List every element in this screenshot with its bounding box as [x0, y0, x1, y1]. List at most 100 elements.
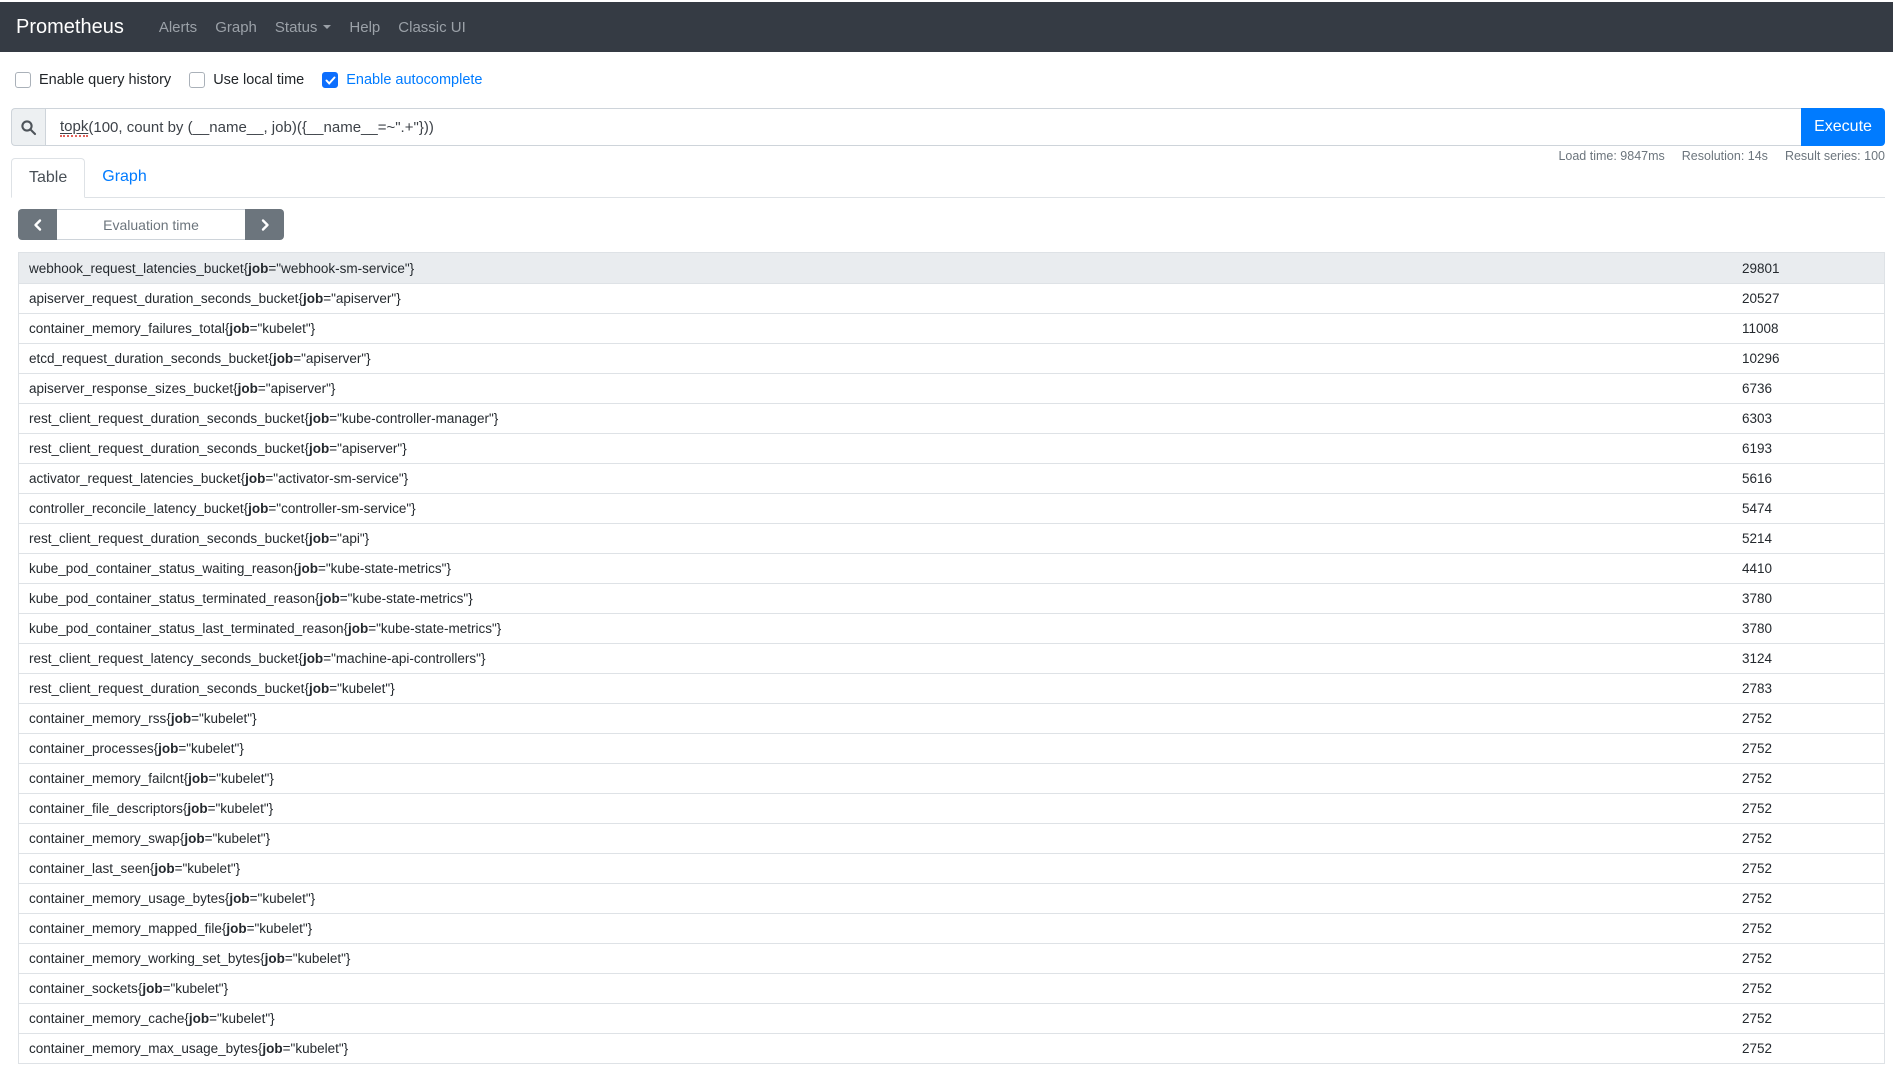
local-time-label: Use local time: [213, 72, 305, 88]
nav-item-alerts[interactable]: Alerts: [150, 19, 206, 36]
metric-value: 11008: [1742, 321, 1779, 336]
metric-expression: kube_pod_container_status_terminated_rea…: [29, 591, 473, 606]
result-series-stat: Result series: 100: [1784, 149, 1885, 163]
table-row: rest_client_request_duration_seconds_buc…: [19, 403, 1884, 433]
tabs-bar: Load time: 9847ms Resolution: 14s Result…: [11, 149, 1885, 198]
local-time-checkbox[interactable]: [189, 72, 206, 88]
metric-value: 10296: [1742, 351, 1780, 366]
metric-expression: container_memory_failcnt{job="kubelet"}: [29, 771, 274, 786]
table-row: rest_client_request_latency_seconds_buck…: [19, 643, 1884, 673]
caret-down-icon: [323, 25, 332, 29]
tab-graph[interactable]: Graph: [85, 158, 163, 197]
main-content: Enable query history Use local time Enab…: [0, 72, 1893, 1064]
metric-expression: rest_client_request_duration_seconds_buc…: [29, 441, 407, 456]
table-row: webhook_request_latencies_bucket{job="we…: [19, 253, 1884, 283]
metric-value: 2752: [1742, 1011, 1773, 1026]
execute-button[interactable]: Execute: [1801, 108, 1885, 146]
evaluation-time-input[interactable]: [57, 209, 245, 240]
table-row: kube_pod_container_status_terminated_rea…: [19, 583, 1884, 613]
metric-value: 5474: [1742, 501, 1773, 516]
metric-value: 2752: [1742, 1041, 1773, 1056]
metric-expression: container_last_seen{job="kubelet"}: [29, 861, 241, 876]
table-row: container_file_descriptors{job="kubelet"…: [19, 793, 1884, 823]
table-row: container_memory_failcnt{job="kubelet"} …: [19, 763, 1884, 793]
metric-expression: rest_client_request_latency_seconds_buck…: [29, 651, 486, 666]
table-row: kube_pod_container_status_waiting_reason…: [19, 553, 1884, 583]
metric-value: 6193: [1742, 441, 1773, 456]
enable-autocomplete-option[interactable]: Enable autocomplete: [322, 72, 483, 88]
next-time-button[interactable]: [245, 209, 284, 240]
search-icon-box: [11, 108, 45, 146]
table-row: container_memory_max_usage_bytes{job="ku…: [19, 1033, 1884, 1063]
metric-value: 2752: [1742, 981, 1773, 996]
brand-prometheus[interactable]: Prometheus: [16, 16, 124, 39]
result-table: webhook_request_latencies_bucket{job="we…: [18, 252, 1885, 1064]
metric-value: 2752: [1742, 861, 1773, 876]
table-row: container_memory_usage_bytes{job="kubele…: [19, 883, 1884, 913]
metric-value: 20527: [1742, 291, 1780, 306]
query-history-label: Enable query history: [39, 72, 172, 88]
metric-value: 29801: [1742, 260, 1780, 276]
metric-expression: webhook_request_latencies_bucket{job="we…: [29, 260, 415, 276]
table-row: rest_client_request_duration_seconds_buc…: [19, 523, 1884, 553]
metric-value: 4410: [1742, 561, 1773, 576]
table-row: container_memory_swap{job="kubelet"} 275…: [19, 823, 1884, 853]
metric-value: 3780: [1742, 591, 1773, 606]
metric-value: 2752: [1742, 741, 1773, 756]
metric-expression: kube_pod_container_status_last_terminate…: [29, 621, 502, 636]
table-row: controller_reconcile_latency_bucket{job=…: [19, 493, 1884, 523]
metric-expression: rest_client_request_duration_seconds_buc…: [29, 681, 395, 696]
metric-expression: apiserver_request_duration_seconds_bucke…: [29, 291, 401, 306]
metric-expression: container_memory_rss{job="kubelet"}: [29, 711, 257, 726]
metric-value: 2752: [1742, 771, 1773, 786]
metric-value: 5616: [1742, 471, 1773, 486]
nav-item-graph[interactable]: Graph: [206, 19, 266, 36]
previous-time-button[interactable]: [18, 209, 57, 240]
table-row: rest_client_request_duration_seconds_buc…: [19, 433, 1884, 463]
metric-value: 2752: [1742, 921, 1773, 936]
metric-value: 2783: [1742, 681, 1773, 696]
table-row: container_processes{job="kubelet"} 2752: [19, 733, 1884, 763]
table-row: container_sockets{job="kubelet"} 2752: [19, 973, 1884, 1003]
table-row: container_memory_working_set_bytes{job="…: [19, 943, 1884, 973]
nav-item-help[interactable]: Help: [340, 19, 389, 36]
table-row: container_memory_cache{job="kubelet"} 27…: [19, 1003, 1884, 1033]
metric-expression: rest_client_request_duration_seconds_buc…: [29, 411, 499, 426]
metric-value: 3780: [1742, 621, 1773, 636]
chevron-left-icon: [33, 218, 41, 231]
metric-expression: container_memory_swap{job="kubelet"}: [29, 831, 271, 846]
query-stats: Load time: 9847ms Resolution: 14s Result…: [1558, 149, 1885, 163]
metric-value: 2752: [1742, 951, 1773, 966]
metric-value: 6736: [1742, 381, 1773, 396]
metric-expression: rest_client_request_duration_seconds_buc…: [29, 531, 370, 546]
metric-value: 3124: [1742, 651, 1773, 666]
query-expression-input[interactable]: topk (100, count by (__name__, job)({__na…: [45, 108, 1801, 146]
table-row: container_memory_rss{job="kubelet"} 2752: [19, 703, 1884, 733]
metric-expression: container_memory_max_usage_bytes{job="ku…: [29, 1041, 349, 1056]
metric-expression: container_memory_failures_total{job="kub…: [29, 321, 316, 336]
top-navbar: Prometheus Alerts Graph Status Help Clas…: [0, 2, 1893, 52]
table-row: container_last_seen{job="kubelet"} 2752: [19, 853, 1884, 883]
load-time-stat: Load time: 9847ms: [1558, 149, 1665, 163]
metric-value: 2752: [1742, 801, 1773, 816]
table-row: etcd_request_duration_seconds_bucket{job…: [19, 343, 1884, 373]
metric-value: 5214: [1742, 531, 1773, 546]
table-row: apiserver_request_duration_seconds_bucke…: [19, 283, 1884, 313]
metric-value: 2752: [1742, 891, 1773, 906]
query-expression-rest: (100, count by (__name__, job)({__name__…: [88, 118, 434, 136]
enable-query-history-option[interactable]: Enable query history: [15, 72, 171, 88]
table-row: apiserver_response_sizes_bucket{job="api…: [19, 373, 1884, 403]
autocomplete-checkbox[interactable]: [322, 72, 339, 88]
metric-value: 2752: [1742, 711, 1773, 726]
nav-item-classic-ui[interactable]: Classic UI: [389, 19, 475, 36]
query-token-topk: topk: [60, 117, 89, 137]
search-icon: [21, 119, 37, 135]
tab-table[interactable]: Table: [11, 158, 86, 198]
metric-expression: container_memory_working_set_bytes{job="…: [29, 951, 351, 966]
nav-item-status-dropdown[interactable]: Status: [266, 19, 341, 36]
table-row: container_memory_failures_total{job="kub…: [19, 313, 1884, 343]
metric-value: 6303: [1742, 411, 1773, 426]
table-row: rest_client_request_duration_seconds_buc…: [19, 673, 1884, 703]
query-history-checkbox[interactable]: [15, 72, 31, 88]
use-local-time-option[interactable]: Use local time: [189, 72, 304, 88]
